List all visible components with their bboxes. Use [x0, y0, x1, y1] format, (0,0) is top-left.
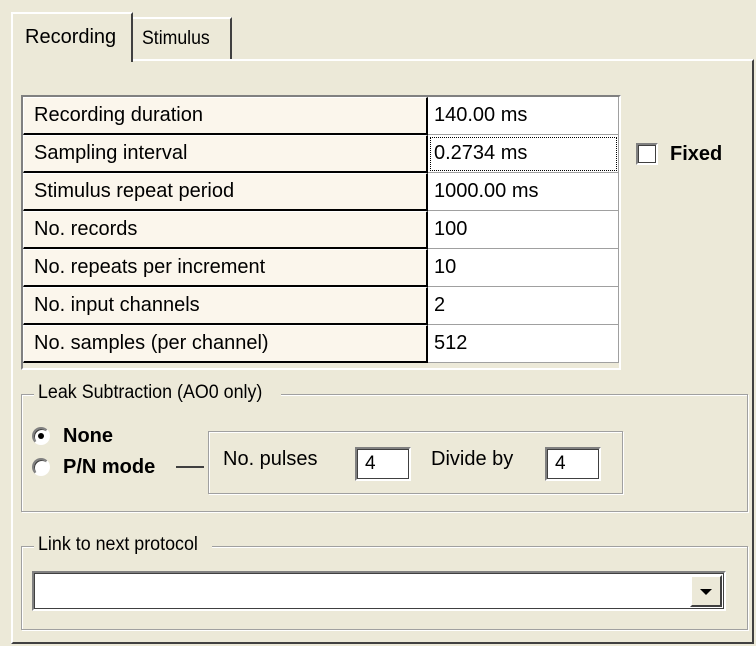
grid-value-cell[interactable]: 140.00 ms — [428, 97, 619, 135]
no-pulses-label: No. pulses — [223, 448, 318, 470]
radio-none[interactable]: None — [32, 423, 113, 449]
leak-subtraction-title: Leak Subtraction (AO0 only) — [34, 382, 281, 404]
link-protocol-group: Link to next protocol — [21, 534, 748, 630]
fixed-checkbox[interactable] — [636, 143, 658, 165]
grid-row-no-records: No. records 100 — [23, 211, 619, 249]
grid-row-no-repeats-per-increment: No. repeats per increment 10 — [23, 249, 619, 287]
radio-pn-mode-label: P/N mode — [63, 455, 156, 478]
radio-pn-mode[interactable]: P/N mode — [32, 454, 155, 480]
radio-none-button[interactable] — [32, 427, 50, 445]
next-protocol-dropdown[interactable] — [32, 571, 726, 611]
link-protocol-title: Link to next protocol — [34, 534, 213, 556]
leak-subtraction-title-text: Leak Subtraction (AO0 only) — [38, 382, 263, 403]
dropdown-button[interactable] — [690, 575, 722, 607]
tab-stimulus[interactable]: Stimulus — [133, 17, 232, 59]
grid-label-cell: No. input channels — [23, 287, 428, 325]
grid-row-recording-duration: Recording duration 140.00 ms — [23, 97, 619, 135]
link-protocol-title-text: Link to next protocol — [38, 534, 198, 555]
chevron-down-icon — [700, 589, 712, 595]
tab-stimulus-label: Stimulus — [142, 28, 210, 49]
grid-value-cell[interactable]: 1000.00 ms — [428, 173, 619, 211]
grid-label-cell: Stimulus repeat period — [23, 173, 428, 211]
fixed-checkbox-control[interactable]: Fixed — [636, 141, 722, 167]
radio-pn-mode-button[interactable] — [32, 458, 50, 476]
grid-row-no-samples-per-channel: No. samples (per channel) 512 — [23, 325, 619, 363]
fixed-checkbox-label: Fixed — [670, 142, 723, 165]
grid-value-cell[interactable]: 100 — [428, 211, 619, 249]
recording-settings-window: Recording Stimulus Recording duration 14… — [0, 0, 756, 646]
divide-by-label: Divide by — [431, 448, 514, 470]
grid-value-cell[interactable]: 10 — [428, 249, 619, 287]
grid-row-stimulus-repeat-period: Stimulus repeat period 1000.00 ms — [23, 173, 619, 211]
grid-label-cell: No. records — [23, 211, 428, 249]
grid-label-cell: No. repeats per increment — [23, 249, 428, 287]
divide-by-input[interactable]: 4 — [545, 447, 601, 481]
grid-value-cell[interactable]: 0.2734 ms — [428, 135, 619, 173]
grid-row-sampling-interval: Sampling interval 0.2734 ms — [23, 135, 619, 173]
pn-mode-connector-line — [176, 466, 204, 468]
grid-value-cell[interactable]: 512 — [428, 325, 619, 363]
radio-none-label: None — [63, 424, 113, 447]
no-pulses-input[interactable]: 4 — [355, 447, 411, 481]
pn-mode-settings-box: No. pulses 4 Divide by 4 — [208, 431, 623, 494]
grid-label-cell: Sampling interval — [23, 135, 428, 173]
tab-recording-label: Recording — [25, 26, 117, 48]
leak-subtraction-group: Leak Subtraction (AO0 only) None P/N mod… — [21, 382, 748, 512]
grid-row-no-input-channels: No. input channels 2 — [23, 287, 619, 325]
tab-recording[interactable]: Recording — [11, 12, 133, 62]
recording-parameters-grid: Recording duration 140.00 ms Sampling in… — [21, 95, 621, 370]
grid-label-cell: Recording duration — [23, 97, 428, 135]
grid-label-cell: No. samples (per channel) — [23, 325, 428, 363]
grid-value-cell[interactable]: 2 — [428, 287, 619, 325]
